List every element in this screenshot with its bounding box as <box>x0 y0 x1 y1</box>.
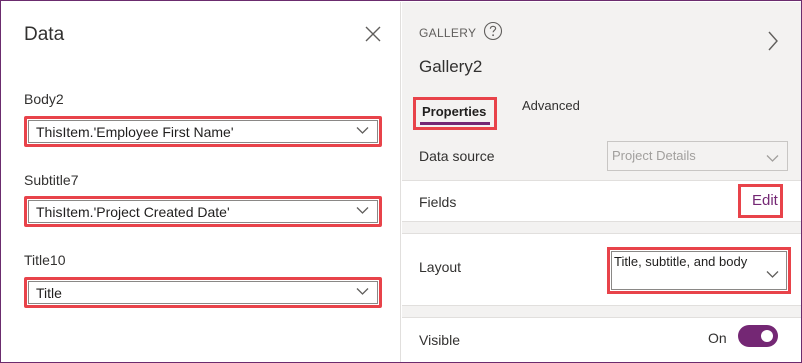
help-icon[interactable] <box>483 21 503 41</box>
tab-advanced[interactable]: Advanced <box>522 98 580 113</box>
properties-panel: GALLERY Gallery2 Properties Advanced Dat… <box>402 2 801 362</box>
edit-fields-label: Edit <box>752 192 778 209</box>
chevron-down-icon <box>356 287 369 296</box>
chevron-right-icon[interactable] <box>766 30 780 52</box>
layout-label: Layout <box>419 259 462 275</box>
subtitle7-label: Subtitle7 <box>24 172 79 188</box>
data-source-label: Data source <box>419 148 495 164</box>
title10-dropdown-value: Title <box>36 285 62 301</box>
visible-state-text: On <box>708 330 727 346</box>
visible-label: Visible <box>419 332 460 348</box>
tab-properties-label: Properties <box>422 104 487 119</box>
data-source-dropdown[interactable]: Project Details <box>607 141 788 171</box>
chevron-down-icon <box>356 206 369 215</box>
chevron-down-icon <box>356 126 369 135</box>
control-type-heading: GALLERY <box>419 26 477 40</box>
tab-properties[interactable]: Properties <box>413 97 497 130</box>
subtitle7-dropdown[interactable]: ThisItem.'Project Created Date' <box>24 196 382 227</box>
visible-toggle[interactable] <box>738 325 778 347</box>
body2-dropdown-value: ThisItem.'Employee First Name' <box>36 124 234 140</box>
chevron-down-icon <box>766 150 779 168</box>
control-name: Gallery2 <box>419 57 483 76</box>
layout-dropdown[interactable]: Title, subtitle, and body <box>607 247 791 294</box>
close-icon[interactable] <box>364 25 382 43</box>
data-panel: Data Body2 ThisItem.'Employee First Name… <box>2 2 401 362</box>
chevron-down-icon <box>766 266 779 284</box>
fields-label: Fields <box>419 194 457 210</box>
window-frame: Data Body2 ThisItem.'Employee First Name… <box>0 0 802 363</box>
body2-label: Body2 <box>24 91 64 107</box>
data-source-value: Project Details <box>612 148 696 163</box>
toggle-knob <box>761 330 773 342</box>
body2-dropdown[interactable]: ThisItem.'Employee First Name' <box>24 116 382 147</box>
layout-value: Title, subtitle, and body <box>614 254 748 269</box>
title10-dropdown[interactable]: Title <box>24 277 382 308</box>
data-panel-title: Data <box>24 24 65 45</box>
active-tab-underline <box>420 122 490 125</box>
edit-fields-link[interactable]: Edit <box>738 184 783 218</box>
title10-label: Title10 <box>24 252 66 268</box>
subtitle7-dropdown-value: ThisItem.'Project Created Date' <box>36 204 230 220</box>
